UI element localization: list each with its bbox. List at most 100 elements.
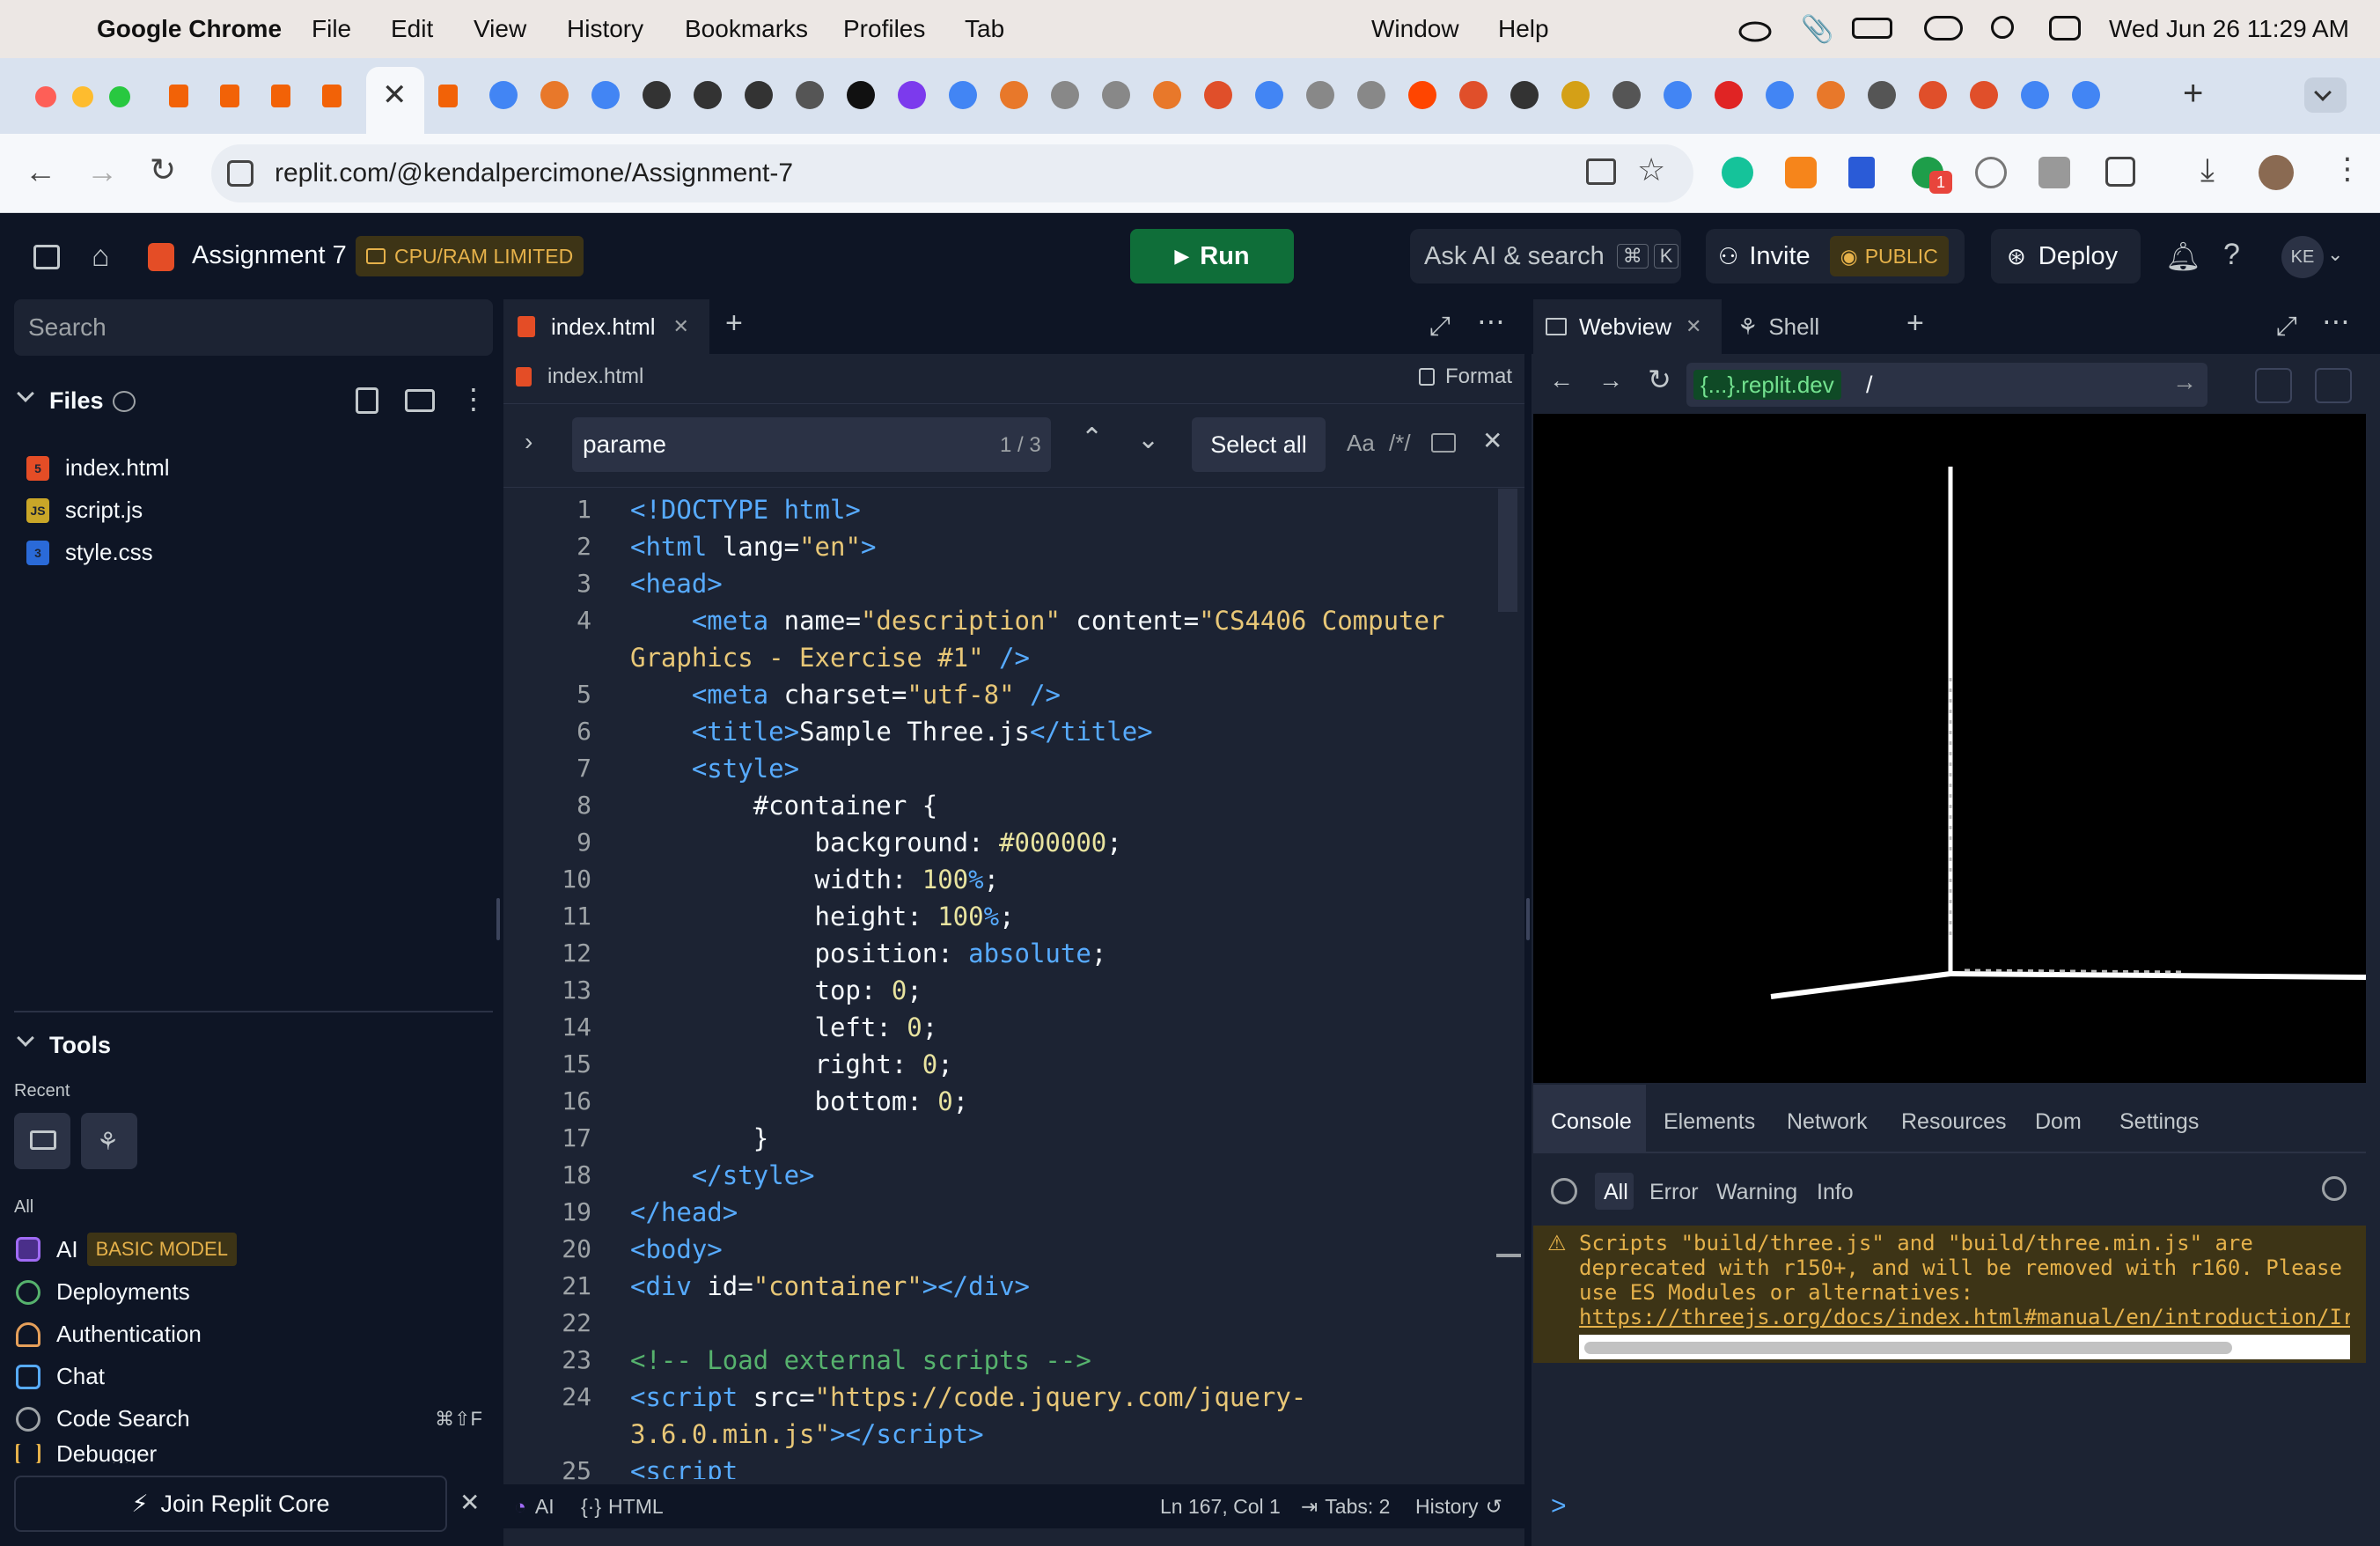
whole-word-toggle-icon[interactable] <box>1431 433 1456 453</box>
browser-tab-favicon[interactable] <box>1204 81 1232 109</box>
profile-avatar[interactable] <box>2259 155 2294 190</box>
control-center-icon[interactable] <box>2049 16 2081 40</box>
browser-tab-favicon[interactable] <box>489 81 518 109</box>
devtools-wrench-icon[interactable] <box>2255 368 2292 403</box>
address-bar[interactable]: replit.com/@kendalpercimone/Assignment-7… <box>211 144 1693 202</box>
paperclip-icon[interactable]: 📎 <box>1801 14 1833 45</box>
browser-tab-favicon[interactable] <box>1510 81 1539 109</box>
devtools-tab-console[interactable]: Console <box>1551 1109 1632 1135</box>
tab-search-button[interactable] <box>2304 77 2347 113</box>
browser-tab-favicon[interactable] <box>1255 81 1283 109</box>
menu-window[interactable]: Window <box>1371 15 1459 43</box>
tool-chat[interactable]: Chat <box>16 1363 105 1390</box>
battery-icon[interactable] <box>1852 18 1892 39</box>
browser-tab-favicon[interactable] <box>169 85 188 107</box>
browser-tab-favicon[interactable] <box>1715 81 1743 109</box>
browser-tab-favicon[interactable] <box>271 85 290 107</box>
help-icon[interactable]: ? <box>2223 238 2240 272</box>
deploy-button[interactable]: ⊛ Deploy <box>1991 229 2141 283</box>
devtools-tab-dom[interactable]: Dom <box>2035 1109 2082 1135</box>
webview-url-bar[interactable]: {...}.replit.dev / → <box>1686 363 2207 407</box>
filter-all[interactable]: All <box>1604 1180 1628 1205</box>
open-new-window-icon[interactable] <box>2315 368 2352 403</box>
next-match-icon[interactable]: ⌄ <box>1137 424 1159 455</box>
status-cursor-position[interactable]: Ln 167, Col 1 <box>1160 1495 1281 1519</box>
browser-tab-favicon[interactable] <box>322 85 342 107</box>
home-icon[interactable]: ⌂ <box>92 239 110 274</box>
window-zoom-button[interactable] <box>109 86 130 107</box>
menu-help[interactable]: Help <box>1498 15 1549 43</box>
format-button[interactable]: Format <box>1419 364 1512 389</box>
browser-tab-favicon[interactable] <box>1612 81 1641 109</box>
go-arrow-icon[interactable]: → <box>2172 368 2197 396</box>
file-index-html[interactable]: 5 index.html <box>26 454 170 482</box>
devtools-tab-settings[interactable]: Settings <box>2119 1109 2199 1135</box>
browser-tab-favicon[interactable] <box>796 81 824 109</box>
pane-options-icon[interactable]: ⋯ <box>2322 305 2350 338</box>
browser-tab-favicon[interactable] <box>1102 81 1130 109</box>
bookmark-extension-icon[interactable] <box>1848 157 1875 188</box>
invite-button[interactable]: ⚇ Invite ◉ PUBLIC <box>1706 229 1965 283</box>
browser-tab-favicon[interactable] <box>1459 81 1488 109</box>
match-case-toggle[interactable]: Aa <box>1347 430 1375 457</box>
breadcrumb[interactable]: index.html <box>516 364 643 389</box>
run-button[interactable]: ▶ Run <box>1130 229 1294 283</box>
reload-icon[interactable]: ↻ <box>150 151 176 188</box>
editor-scrollbar-thumb[interactable] <box>1498 489 1517 612</box>
status-language-button[interactable]: {·} HTML <box>581 1495 664 1519</box>
recent-shell-tool[interactable]: ⚘ <box>81 1113 137 1169</box>
browser-tab-favicon[interactable] <box>847 81 875 109</box>
add-tab-icon[interactable]: + <box>725 306 743 341</box>
menu-edit[interactable]: Edit <box>391 15 433 43</box>
status-history-button[interactable]: History ↺ <box>1415 1495 1502 1519</box>
metamask-extension-icon[interactable] <box>1785 157 1817 188</box>
menu-view[interactable]: View <box>474 15 526 43</box>
sidebar-resize-handle[interactable] <box>496 898 500 940</box>
close-tab-icon[interactable]: ✕ <box>382 77 408 113</box>
browser-tab-favicon[interactable] <box>1306 81 1334 109</box>
warning-horizontal-scrollbar[interactable] <box>1584 1342 2232 1354</box>
browser-tab-favicon[interactable] <box>1766 81 1794 109</box>
kebab-menu-icon[interactable]: ⋮ <box>2332 151 2362 187</box>
ask-ai-search-button[interactable]: Ask AI & search ⌘ K <box>1410 229 1681 283</box>
browser-tab-favicon[interactable] <box>949 81 977 109</box>
menu-bookmarks[interactable]: Bookmarks <box>685 15 808 43</box>
browser-tab-active[interactable]: ✕ <box>366 67 424 134</box>
select-all-button[interactable]: Select all <box>1192 417 1326 472</box>
devtools-tab-network[interactable]: Network <box>1787 1109 1868 1135</box>
editor-resize-handle[interactable] <box>1526 898 1530 940</box>
webview-preview-canvas[interactable] <box>1533 414 2367 1083</box>
screen-mirror-icon[interactable] <box>1924 16 1963 40</box>
browser-tab-favicon[interactable] <box>591 81 620 109</box>
editor-tab-index-html[interactable]: index.html ✕ <box>503 299 709 354</box>
previous-match-icon[interactable]: ⌃ <box>1081 423 1103 453</box>
filter-error[interactable]: Error <box>1649 1180 1699 1205</box>
status-ai-button[interactable]: ◔ AI <box>514 1495 555 1519</box>
add-tab-icon[interactable]: + <box>1906 306 1924 341</box>
menubar-clock[interactable]: Wed Jun 26 11:29 AM <box>2109 15 2349 43</box>
site-info-icon[interactable] <box>227 160 253 187</box>
toggle-replace-chevron-icon[interactable]: › <box>525 428 533 456</box>
back-arrow-icon[interactable]: ← <box>25 153 56 190</box>
webview-back-icon[interactable]: ← <box>1549 366 1574 394</box>
bell-icon[interactable]: 🔔︎ <box>2165 239 2201 273</box>
user-avatar[interactable]: KE <box>2281 236 2324 278</box>
close-tab-icon[interactable]: ✕ <box>1686 315 1701 338</box>
files-section-title[interactable]: Files <box>49 387 104 415</box>
cpu-ram-limited-badge[interactable]: CPU/RAM LIMITED <box>356 236 584 276</box>
new-tab-button[interactable]: + <box>2183 74 2203 114</box>
browser-tab-favicon[interactable] <box>2072 81 2100 109</box>
browser-tab-favicon[interactable] <box>1970 81 1998 109</box>
regex-toggle[interactable]: /*/ <box>1389 430 1411 457</box>
browser-tab-favicon[interactable] <box>540 81 569 109</box>
browser-tab-favicon[interactable] <box>643 81 671 109</box>
new-folder-icon[interactable] <box>405 389 435 412</box>
maximize-pane-icon[interactable]: ⤢ <box>1429 312 1451 342</box>
browser-tab-favicon[interactable] <box>1919 81 1947 109</box>
public-badge[interactable]: ◉ PUBLIC <box>1829 236 1949 276</box>
browser-tab-favicon[interactable] <box>1153 81 1181 109</box>
devtools-tab-resources[interactable]: Resources <box>1901 1109 2007 1135</box>
browser-tab-favicon[interactable] <box>745 81 773 109</box>
browser-tab-favicon[interactable] <box>1408 81 1436 109</box>
download-icon[interactable]: ⤓ <box>2200 151 2215 189</box>
